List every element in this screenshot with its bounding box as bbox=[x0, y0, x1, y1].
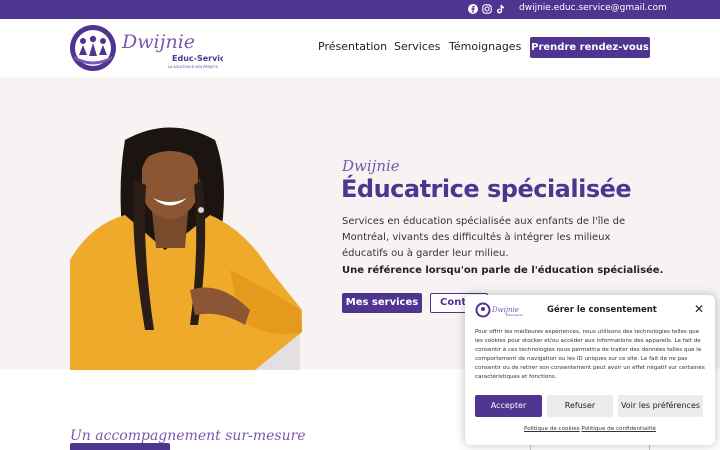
hero-description: Services en éducation spécialisée aux en… bbox=[342, 216, 626, 259]
brand-logo-tagline: LA SOLUTION À VOS PROJETS bbox=[168, 64, 218, 69]
portrait-photo bbox=[70, 120, 302, 370]
contact-email-link[interactable]: dwijnie.educ.service@gmail.com bbox=[519, 3, 667, 13]
cookie-consent-dialog: Dwijnie Educ-Service Gérer le consenteme… bbox=[465, 295, 715, 445]
page-title: Éducatrice spécialisée bbox=[341, 175, 632, 203]
close-icon[interactable]: ✕ bbox=[694, 303, 704, 315]
hero-script-title: Dwijnie bbox=[342, 157, 400, 175]
privacy-policy-link[interactable]: Politique de confidentialité bbox=[581, 426, 656, 432]
cookie-dialog-title: Gérer le consentement bbox=[547, 305, 657, 315]
cookie-dialog-logo: Dwijnie Educ-Service bbox=[475, 302, 526, 318]
nav-link-temoignages[interactable]: Témoignages bbox=[449, 40, 521, 53]
section2-script-title: Un accompagnement sur-mesure bbox=[70, 428, 306, 444]
refuse-cookies-button[interactable]: Refuser bbox=[547, 395, 613, 417]
facebook-icon[interactable] bbox=[468, 4, 478, 14]
nav-link-presentation[interactable]: Présentation bbox=[318, 40, 387, 53]
view-preferences-button[interactable]: Voir les préférences bbox=[618, 395, 703, 417]
book-appointment-button[interactable]: Prendre rendez-vous bbox=[530, 37, 650, 58]
cookie-policy-link[interactable]: Politique de cookies bbox=[524, 426, 580, 432]
nav-link-services[interactable]: Services bbox=[394, 40, 440, 53]
section2-heading-partial bbox=[70, 443, 170, 450]
cookie-dialog-text: Pour offrir les meilleures expériences, … bbox=[475, 329, 705, 380]
brand-logo-name: Dwijnie bbox=[121, 31, 195, 53]
hero-tagline: Une référence lorsqu'on parle de l'éduca… bbox=[342, 265, 664, 276]
tiktok-icon[interactable] bbox=[495, 4, 505, 14]
my-services-button[interactable]: Mes services bbox=[342, 293, 422, 313]
accept-cookies-button[interactable]: Accepter bbox=[475, 395, 542, 417]
brand-logo[interactable]: Dwijnie Educ-Service LA SOLUTION À VOS P… bbox=[68, 23, 231, 73]
brand-logo-subtitle: Educ-Service bbox=[172, 54, 223, 63]
cookie-policy-links: Politique de cookies Politique de confid… bbox=[465, 426, 715, 432]
top-bar: dwijnie.educ.service@gmail.com bbox=[0, 0, 720, 19]
cookie-dialog-logo-subtitle: Educ-Service bbox=[506, 313, 523, 317]
instagram-icon[interactable] bbox=[482, 4, 492, 14]
